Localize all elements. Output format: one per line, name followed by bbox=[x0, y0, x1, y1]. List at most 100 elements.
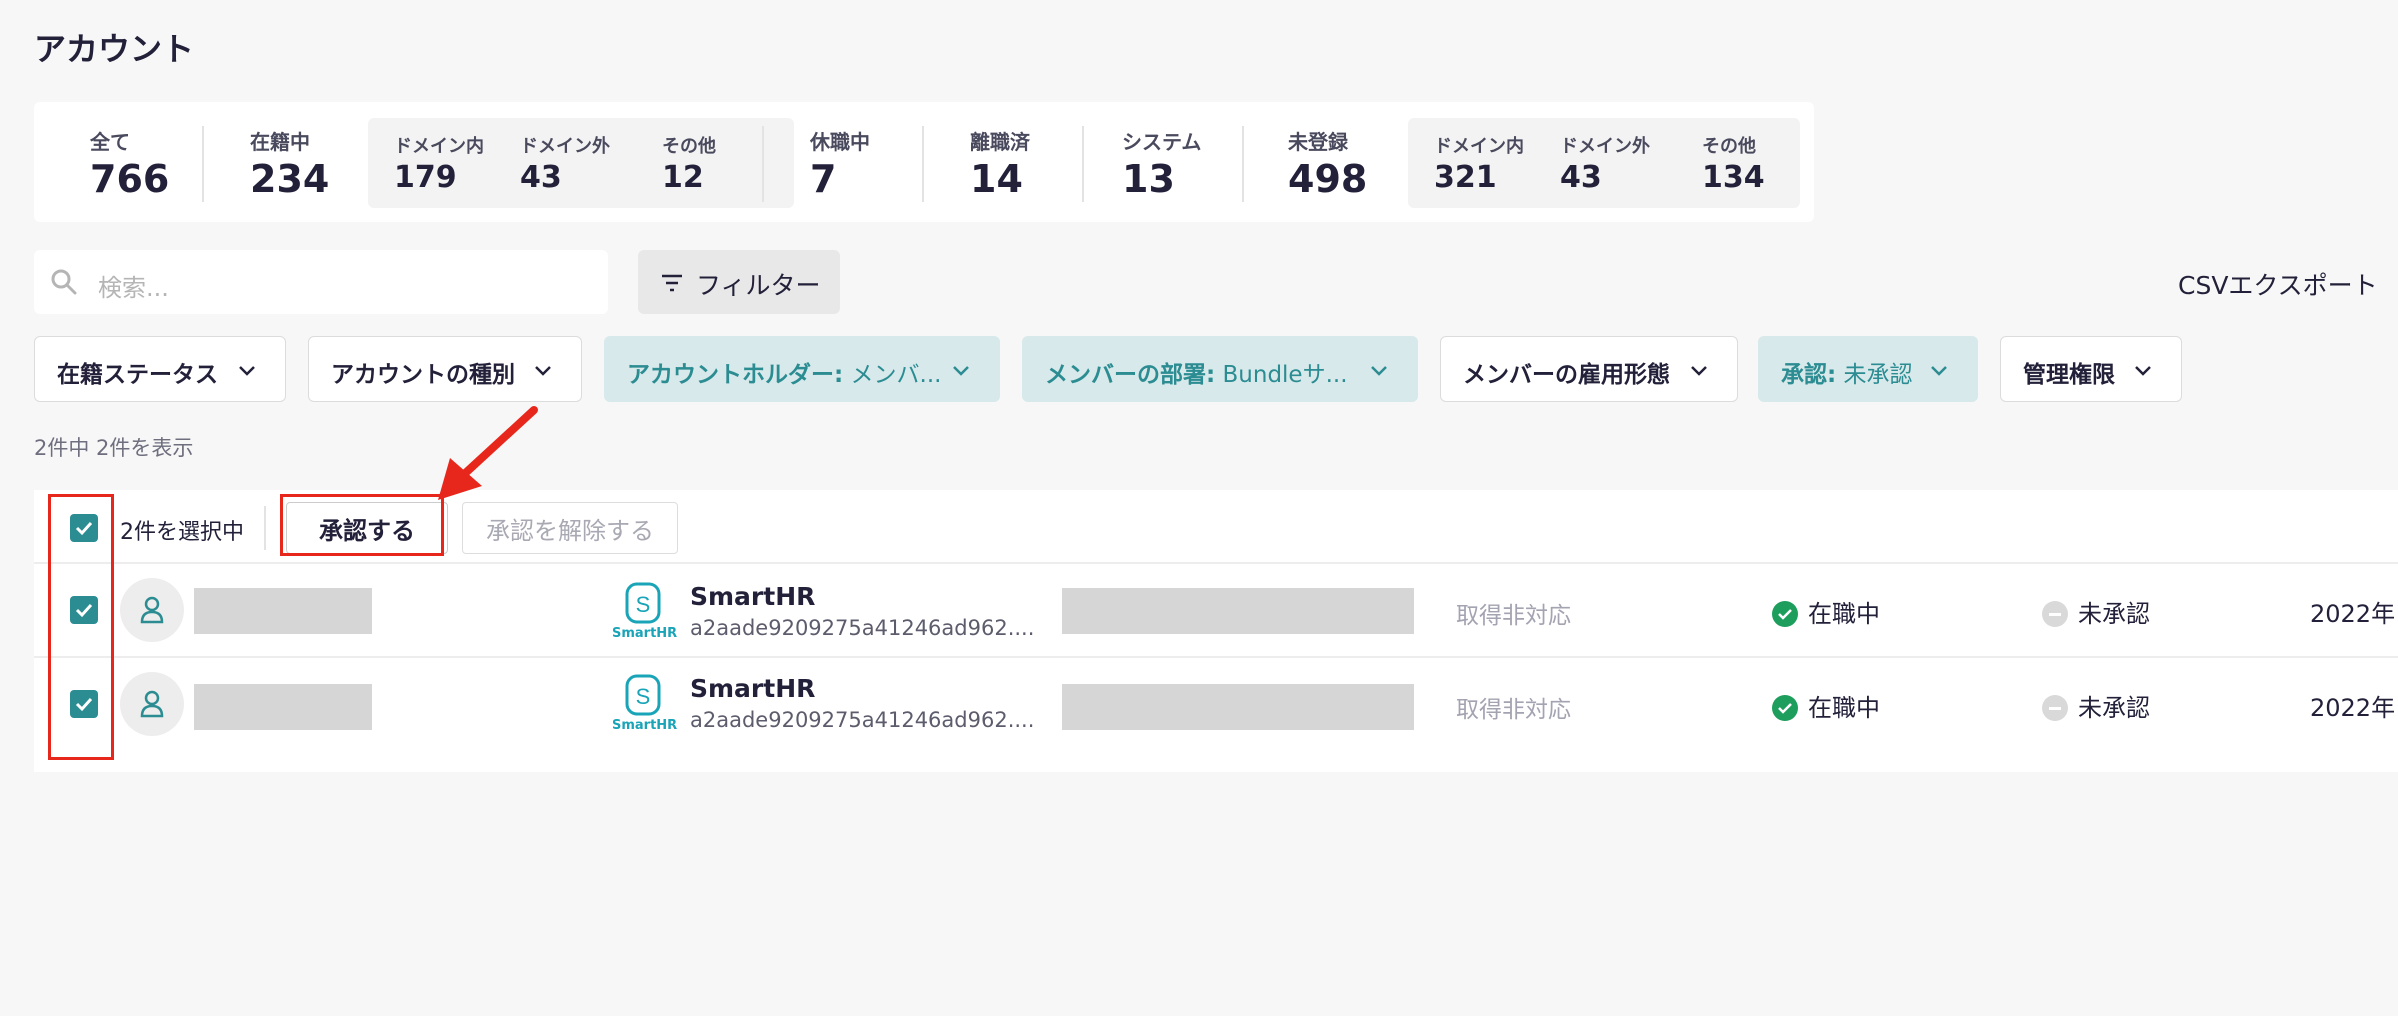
svg-text:S: S bbox=[636, 592, 651, 617]
smarthr-logo: S SmartHR bbox=[612, 674, 678, 736]
check-circle-icon bbox=[1772, 601, 1798, 627]
status-text: 在職中 bbox=[1808, 600, 1880, 628]
divider bbox=[922, 126, 924, 202]
filter-account-holder[interactable]: アカウントホルダー: メンバ... bbox=[604, 336, 1000, 402]
chevron-down-icon bbox=[1691, 366, 1707, 376]
chip-value: Bundleサ... bbox=[1215, 362, 1348, 388]
stat-all[interactable]: 全て 766 bbox=[90, 126, 169, 201]
stat-value: 43 bbox=[520, 160, 562, 195]
redacted-name bbox=[194, 684, 372, 730]
filter-member-department[interactable]: メンバーの部署: Bundleサ... bbox=[1022, 336, 1418, 402]
chip-label: メンバーの雇用形態 bbox=[1463, 362, 1670, 388]
avatar bbox=[120, 578, 184, 642]
minus-circle-icon bbox=[2042, 601, 2068, 627]
stat-on-leave-value: 7 bbox=[810, 157, 837, 201]
enrolled-breakdown: ドメイン内 179 ドメイン外 43 その他 12 bbox=[368, 118, 794, 208]
stat-value: 134 bbox=[1702, 160, 1765, 195]
filter-button[interactable]: フィルター bbox=[638, 250, 840, 314]
approval-text: 未承認 bbox=[2078, 694, 2150, 722]
stat-enrolled-domain-out[interactable]: ドメイン外 43 bbox=[520, 132, 610, 195]
filter-admin-rights[interactable]: 管理権限 bbox=[2000, 336, 2182, 402]
chip-label: 承認: bbox=[1781, 362, 1837, 388]
annotation-arrow-icon bbox=[438, 406, 538, 500]
divider bbox=[1082, 126, 1084, 202]
chevron-down-icon bbox=[239, 366, 255, 376]
selected-count: 2件を選択中 bbox=[120, 520, 244, 545]
chip-label: 管理権限 bbox=[2023, 362, 2115, 388]
divider bbox=[34, 656, 2398, 658]
stat-system[interactable]: システム 13 bbox=[1122, 126, 1201, 201]
stat-unreg-domain-out[interactable]: ドメイン外 43 bbox=[1560, 132, 1650, 195]
divider bbox=[264, 506, 266, 550]
filter-icon bbox=[662, 274, 682, 292]
stat-label: ドメイン外 bbox=[520, 136, 610, 157]
logo-text: SmartHR bbox=[612, 626, 678, 641]
redacted-name bbox=[194, 588, 372, 634]
stat-unreg-domain-in[interactable]: ドメイン内 321 bbox=[1434, 132, 1524, 195]
stat-system-label: システム bbox=[1122, 130, 1202, 154]
chevron-down-icon bbox=[1931, 366, 1947, 376]
csv-export-link[interactable]: CSVエクスポート bbox=[2178, 266, 2378, 302]
chevron-down-icon bbox=[1371, 366, 1387, 376]
unregistered-breakdown: ドメイン内 321 ドメイン外 43 その他 134 bbox=[1408, 118, 1800, 208]
stat-label: その他 bbox=[662, 136, 716, 157]
stat-on-leave-label: 休職中 bbox=[810, 130, 870, 154]
date: 2022年 bbox=[2310, 694, 2396, 722]
chip-label: アカウントの種別 bbox=[331, 362, 515, 388]
redacted-email bbox=[1062, 684, 1414, 730]
chevron-down-icon bbox=[535, 366, 551, 376]
stat-system-value: 13 bbox=[1122, 157, 1175, 201]
chip-label: アカウントホルダー: bbox=[627, 362, 844, 388]
search-icon bbox=[51, 269, 77, 295]
divider bbox=[34, 562, 2398, 564]
stat-label: ドメイン外 bbox=[1560, 136, 1650, 157]
stat-enrolled-other[interactable]: その他 12 bbox=[662, 132, 716, 195]
app-name: SmartHR bbox=[690, 582, 816, 611]
chevron-down-icon bbox=[2135, 366, 2151, 376]
stat-enrolled-domain-in[interactable]: ドメイン内 179 bbox=[394, 132, 484, 195]
chip-label: メンバーの部署: bbox=[1045, 362, 1216, 388]
stat-value: 12 bbox=[662, 160, 704, 195]
divider bbox=[202, 126, 204, 202]
filter-approval[interactable]: 承認: 未承認 bbox=[1758, 336, 1978, 402]
filter-enrollment-status[interactable]: 在籍ステータス bbox=[34, 336, 286, 402]
status-text: 在職中 bbox=[1808, 694, 1880, 722]
stat-all-label: 全て bbox=[90, 130, 130, 154]
stat-on-leave[interactable]: 休職中 7 bbox=[810, 126, 870, 201]
user-icon bbox=[140, 596, 164, 624]
stat-retired[interactable]: 離職済 14 bbox=[970, 126, 1030, 201]
chevron-down-icon bbox=[953, 366, 969, 376]
app-id: a2aade9209275a41246ad962.... bbox=[690, 616, 1035, 640]
stat-value: 321 bbox=[1434, 160, 1497, 195]
smarthr-logo: S SmartHR bbox=[612, 582, 678, 644]
stat-value: 179 bbox=[394, 160, 457, 195]
stat-label: ドメイン内 bbox=[1434, 136, 1524, 157]
result-count: 2件中 2件を表示 bbox=[34, 436, 194, 460]
stat-unreg-other[interactable]: その他 134 bbox=[1702, 132, 1765, 195]
app-name: SmartHR bbox=[690, 674, 816, 703]
stat-unregistered-value: 498 bbox=[1288, 157, 1368, 201]
mfa-status: 取得非対応 bbox=[1456, 697, 1571, 723]
chip-value: 未承認 bbox=[1836, 362, 1913, 388]
check-circle-icon bbox=[1772, 695, 1798, 721]
user-icon bbox=[140, 690, 164, 718]
filter-employment-type[interactable]: メンバーの雇用形態 bbox=[1440, 336, 1738, 402]
search-input[interactable]: 検索... bbox=[34, 250, 608, 314]
stat-label: その他 bbox=[1702, 136, 1756, 157]
stat-enrolled-label: 在籍中 bbox=[250, 130, 310, 154]
chip-label: 在籍ステータス bbox=[57, 362, 218, 388]
chip-value: メンバ... bbox=[843, 362, 942, 388]
stat-unregistered[interactable]: 未登録 498 bbox=[1288, 126, 1367, 201]
logo-text: SmartHR bbox=[612, 718, 678, 733]
divider bbox=[762, 126, 764, 202]
mfa-status: 取得非対応 bbox=[1456, 603, 1571, 629]
page-title: アカウント bbox=[34, 30, 195, 68]
avatar bbox=[120, 672, 184, 736]
stat-label: ドメイン内 bbox=[394, 136, 484, 157]
filter-account-type[interactable]: アカウントの種別 bbox=[308, 336, 582, 402]
divider bbox=[1242, 126, 1244, 202]
stat-all-value: 766 bbox=[90, 157, 170, 201]
stat-enrolled[interactable]: 在籍中 234 bbox=[250, 126, 329, 201]
approval-status: 未承認 bbox=[2042, 594, 2150, 629]
account-stats-bar: 全て 766 在籍中 234 ドメイン内 179 ドメイン外 43 その他 12… bbox=[34, 102, 1814, 222]
